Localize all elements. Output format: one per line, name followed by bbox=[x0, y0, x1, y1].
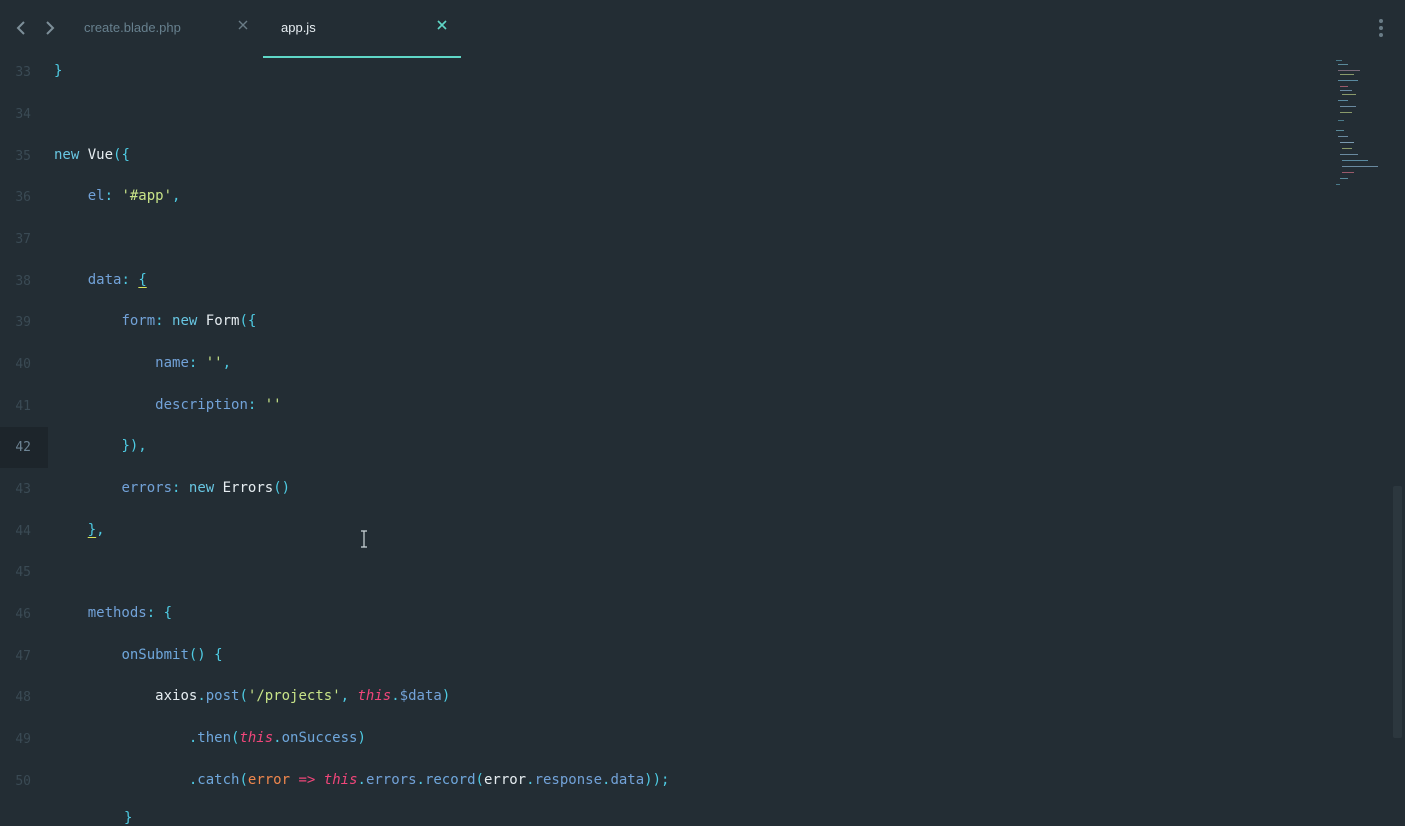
line-number: 33 bbox=[15, 65, 31, 80]
code-line-48: 48 axios.post('/projects', this.$data) bbox=[0, 677, 1320, 718]
code-text: errors: new Errors() bbox=[121, 480, 291, 496]
code-text: } bbox=[54, 63, 63, 79]
line-number: 44 bbox=[15, 524, 31, 539]
code-text: methods: { bbox=[87, 605, 173, 621]
code-line-41: 41 description: '' bbox=[0, 386, 1320, 427]
code-line-45: 45 bbox=[0, 552, 1320, 593]
code-text: onSubmit() { bbox=[121, 647, 223, 663]
tab-create-blade-php[interactable]: create.blade.php bbox=[64, 0, 262, 56]
code-line-36: 36 el: '#app', bbox=[0, 177, 1320, 218]
code-text: new Vue({ bbox=[54, 147, 130, 163]
code-text: el: '#app', bbox=[87, 188, 181, 204]
code-line-40: 40 name: '', bbox=[0, 344, 1320, 385]
minimap[interactable] bbox=[1334, 58, 1378, 190]
code-text: name: '', bbox=[155, 355, 232, 371]
close-icon[interactable] bbox=[236, 18, 250, 32]
code-line-33: 33 } bbox=[0, 52, 1320, 93]
line-number: 42 bbox=[15, 440, 31, 455]
code-line-47: 47 onSubmit() { bbox=[0, 636, 1320, 677]
tab-bar: create.blade.php app.js bbox=[0, 0, 1405, 58]
code-line-37: 37 bbox=[0, 219, 1320, 260]
kebab-menu-icon[interactable] bbox=[1374, 18, 1388, 40]
tab-label: create.blade.php bbox=[84, 20, 181, 35]
code-line-38: 38 data: { bbox=[0, 261, 1320, 302]
line-number: 48 bbox=[15, 690, 31, 705]
code-line-42: 42 }), bbox=[0, 427, 1320, 468]
line-number: 47 bbox=[15, 649, 31, 664]
line-number: 34 bbox=[15, 107, 31, 122]
line-number: 37 bbox=[15, 232, 31, 247]
code-line-39: 39 form: new Form({ bbox=[0, 302, 1320, 343]
scrollbar-thumb[interactable] bbox=[1393, 486, 1402, 738]
line-number: 49 bbox=[15, 732, 31, 747]
tab-app-js[interactable]: app.js bbox=[263, 0, 461, 58]
text-cursor-icon bbox=[358, 530, 370, 548]
code-text: description: '' bbox=[155, 397, 282, 413]
tab-label: app.js bbox=[281, 20, 316, 35]
line-number: 45 bbox=[15, 565, 31, 580]
code-line-43: 43 errors: new Errors() bbox=[0, 469, 1320, 510]
code-line-44: 44 }, bbox=[0, 511, 1320, 552]
code-text: .catch(error => this.errors.record(error… bbox=[188, 772, 670, 788]
line-number: 40 bbox=[15, 357, 31, 372]
code-text: data: { bbox=[87, 272, 147, 288]
line-number: 35 bbox=[15, 149, 31, 164]
code-text: form: new Form({ bbox=[121, 313, 257, 329]
line-number: 39 bbox=[15, 315, 31, 330]
line-number: 41 bbox=[15, 399, 31, 414]
code-line-34: 34 bbox=[0, 94, 1320, 135]
code-line-51: } bbox=[0, 802, 1320, 826]
code-text: .then(this.onSuccess) bbox=[188, 730, 366, 746]
code-text: axios.post('/projects', this.$data) bbox=[155, 688, 451, 704]
line-number: 46 bbox=[15, 607, 31, 622]
code-line-35: 35 new Vue({ bbox=[0, 136, 1320, 177]
line-number: 50 bbox=[15, 774, 31, 789]
line-number: 38 bbox=[15, 274, 31, 289]
code-text: }, bbox=[87, 522, 105, 538]
code-line-49: 49 .then(this.onSuccess) bbox=[0, 719, 1320, 760]
close-icon[interactable] bbox=[435, 18, 449, 32]
code-line-50: 50 .catch(error => this.errors.record(er… bbox=[0, 761, 1320, 802]
code-text: }), bbox=[121, 438, 147, 454]
line-number: 43 bbox=[15, 482, 31, 497]
code-line-46: 46 methods: { bbox=[0, 594, 1320, 635]
chevron-left-icon[interactable] bbox=[12, 18, 32, 38]
code-text: } bbox=[124, 810, 133, 826]
line-number: 36 bbox=[15, 190, 31, 205]
chevron-right-icon[interactable] bbox=[40, 18, 60, 38]
